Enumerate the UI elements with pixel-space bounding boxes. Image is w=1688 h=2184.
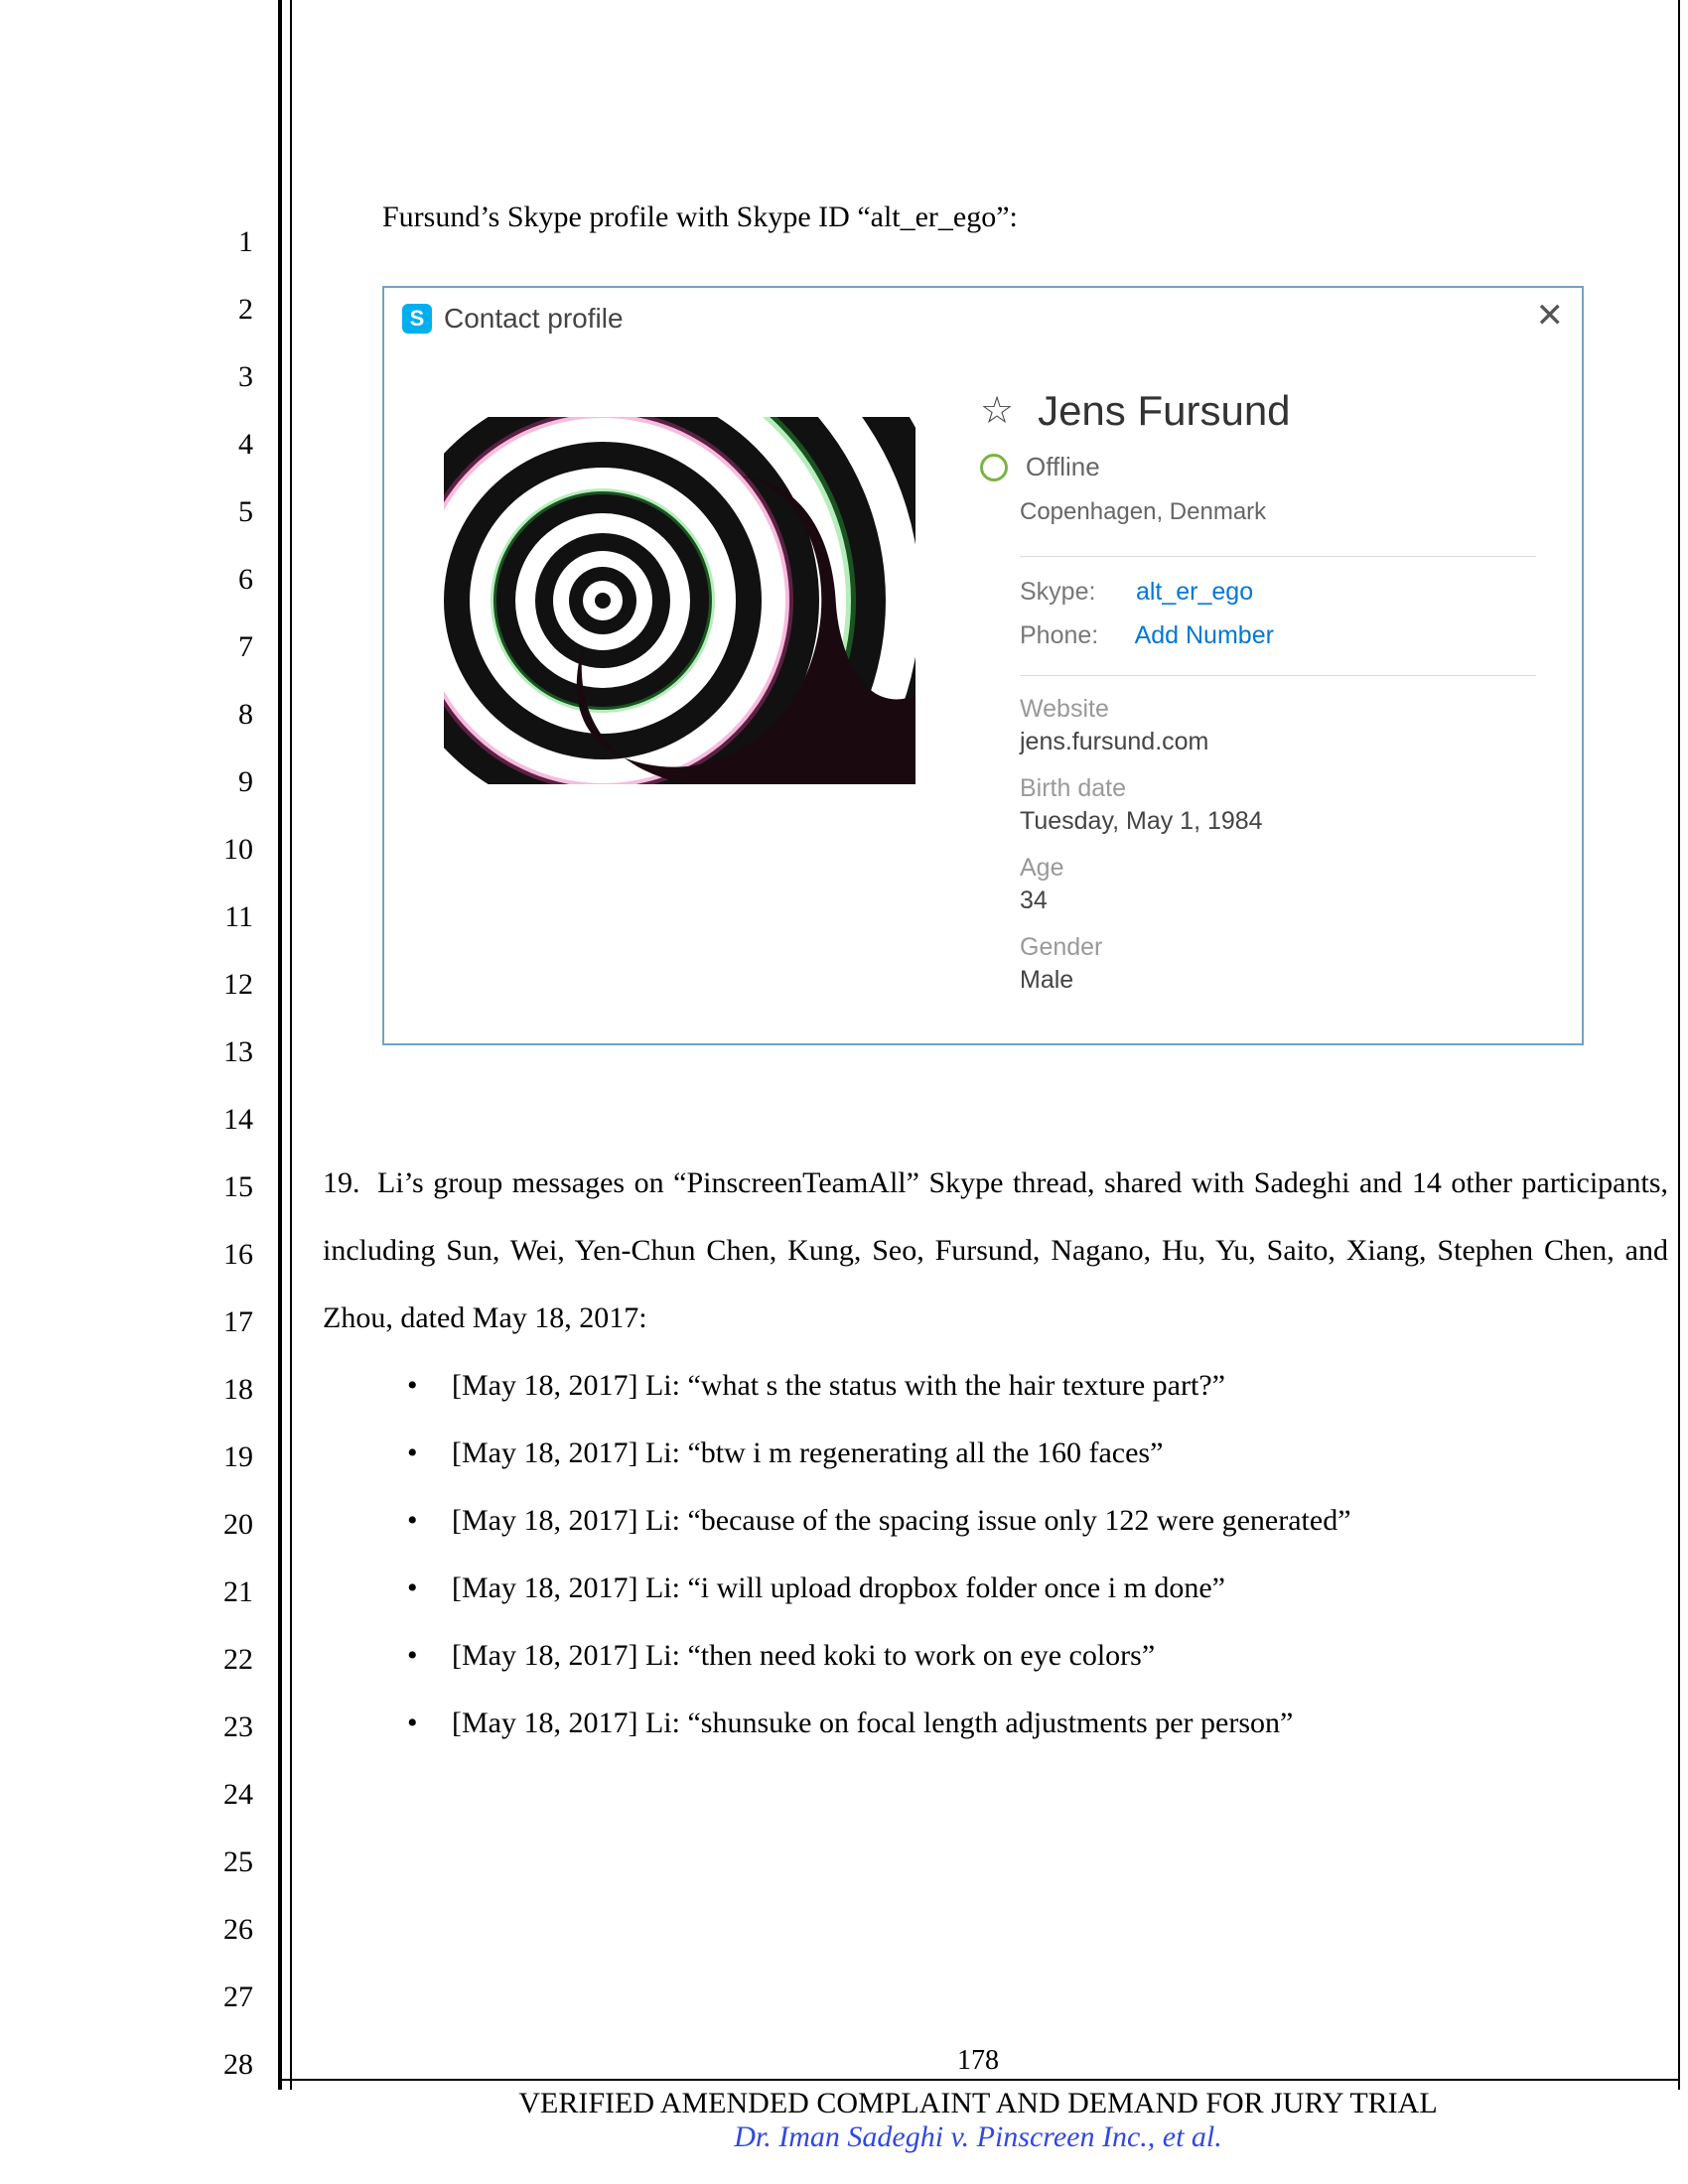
line-number: 25 bbox=[194, 1829, 253, 1896]
line-number: 15 bbox=[194, 1154, 253, 1221]
skype-logo-icon: S bbox=[402, 304, 432, 334]
paragraph-19-bullets: [May 18, 2017] Li: “what s the status wi… bbox=[323, 1352, 1668, 1757]
line-number: 23 bbox=[194, 1694, 253, 1761]
add-phone-number-link[interactable]: Add Number bbox=[1135, 621, 1274, 649]
line-number: 16 bbox=[194, 1221, 253, 1289]
paragraph-19-lead: Li’s group messages on “PinscreenTeamAll… bbox=[323, 1166, 1668, 1334]
line-number: 7 bbox=[194, 614, 253, 681]
list-item: [May 18, 2017] Li: “what s the status wi… bbox=[452, 1352, 1668, 1420]
birth-date-label: Birth date bbox=[1020, 774, 1263, 803]
paragraph-number: 19. bbox=[323, 1150, 377, 1217]
line-number: 1 bbox=[194, 208, 253, 276]
gender-label: Gender bbox=[1020, 933, 1102, 962]
list-item: [May 18, 2017] Li: “then need koki to wo… bbox=[452, 1622, 1668, 1690]
favorite-star-icon[interactable]: ☆ bbox=[980, 392, 1014, 430]
contact-location: Copenhagen, Denmark bbox=[1020, 498, 1266, 526]
line-number: 8 bbox=[194, 681, 253, 749]
line-number: 26 bbox=[194, 1896, 253, 1964]
contact-profile-title: Contact profile bbox=[444, 303, 624, 335]
paragraph-19: 19.Li’s group messages on “PinscreenTeam… bbox=[323, 1150, 1668, 1757]
line-number: 9 bbox=[194, 749, 253, 816]
line-number: 2 bbox=[194, 276, 253, 343]
line-number: 11 bbox=[194, 884, 253, 951]
divider bbox=[1020, 675, 1536, 676]
line-number: 17 bbox=[194, 1289, 253, 1356]
line-number: 14 bbox=[194, 1086, 253, 1154]
line-number: 21 bbox=[194, 1559, 253, 1626]
line-number: 3 bbox=[194, 343, 253, 411]
line-number-gutter: 1 2 3 4 5 6 7 8 9 10 11 12 13 14 15 16 1… bbox=[194, 208, 253, 2099]
avatar[interactable] bbox=[444, 417, 915, 784]
website-value[interactable]: jens.fursund.com bbox=[1020, 728, 1208, 756]
birth-date-value: Tuesday, May 1, 1984 bbox=[1020, 807, 1263, 836]
presence-offline-icon bbox=[980, 454, 1008, 481]
list-item: [May 18, 2017] Li: “i will upload dropbo… bbox=[452, 1555, 1668, 1622]
pleading-right-rule bbox=[1678, 0, 1680, 2090]
pleading-double-rule bbox=[278, 0, 282, 2090]
list-item: [May 18, 2017] Li: “because of the spaci… bbox=[452, 1487, 1668, 1555]
line-number: 28 bbox=[194, 2031, 253, 2099]
contact-name: Jens Fursund bbox=[1038, 387, 1290, 435]
line-number: 18 bbox=[194, 1356, 253, 1424]
presence-status-text: Offline bbox=[1026, 452, 1100, 482]
footer-caption: VERIFIED AMENDED COMPLAINT AND DEMAND FO… bbox=[278, 2087, 1678, 2120]
avatar-image bbox=[444, 417, 915, 784]
skype-id-label: Skype: bbox=[1020, 578, 1129, 607]
website-label: Website bbox=[1020, 695, 1208, 724]
page-footer: 178 VERIFIED AMENDED COMPLAINT AND DEMAN… bbox=[278, 2045, 1678, 2154]
line-number: 13 bbox=[194, 1019, 253, 1086]
skype-contact-profile-card: S Contact profile ✕ bbox=[382, 286, 1584, 1045]
line-number: 20 bbox=[194, 1491, 253, 1559]
page-number: 178 bbox=[278, 2045, 1678, 2077]
divider bbox=[1020, 556, 1536, 557]
line-number: 10 bbox=[194, 816, 253, 884]
line-number: 12 bbox=[194, 951, 253, 1019]
line-number: 24 bbox=[194, 1761, 253, 1829]
skype-id-value[interactable]: alt_er_ego bbox=[1136, 578, 1253, 606]
line-number: 5 bbox=[194, 478, 253, 546]
intro-text: Fursund’s Skype profile with Skype ID “a… bbox=[382, 201, 1018, 234]
gender-value: Male bbox=[1020, 966, 1102, 995]
line-number: 4 bbox=[194, 411, 253, 478]
footer-parties: Dr. Iman Sadeghi v. Pinscreen Inc., et a… bbox=[278, 2120, 1678, 2154]
line-number: 22 bbox=[194, 1626, 253, 1694]
close-icon[interactable]: ✕ bbox=[1536, 299, 1565, 333]
age-value: 34 bbox=[1020, 887, 1063, 915]
line-number: 27 bbox=[194, 1964, 253, 2031]
phone-label: Phone: bbox=[1020, 621, 1129, 650]
list-item: [May 18, 2017] Li: “btw i m regenerating… bbox=[452, 1420, 1668, 1487]
line-number: 19 bbox=[194, 1424, 253, 1491]
line-number: 6 bbox=[194, 546, 253, 614]
age-label: Age bbox=[1020, 854, 1063, 883]
list-item: [May 18, 2017] Li: “shunsuke on focal le… bbox=[452, 1690, 1668, 1757]
footer-rule bbox=[278, 2079, 1678, 2081]
